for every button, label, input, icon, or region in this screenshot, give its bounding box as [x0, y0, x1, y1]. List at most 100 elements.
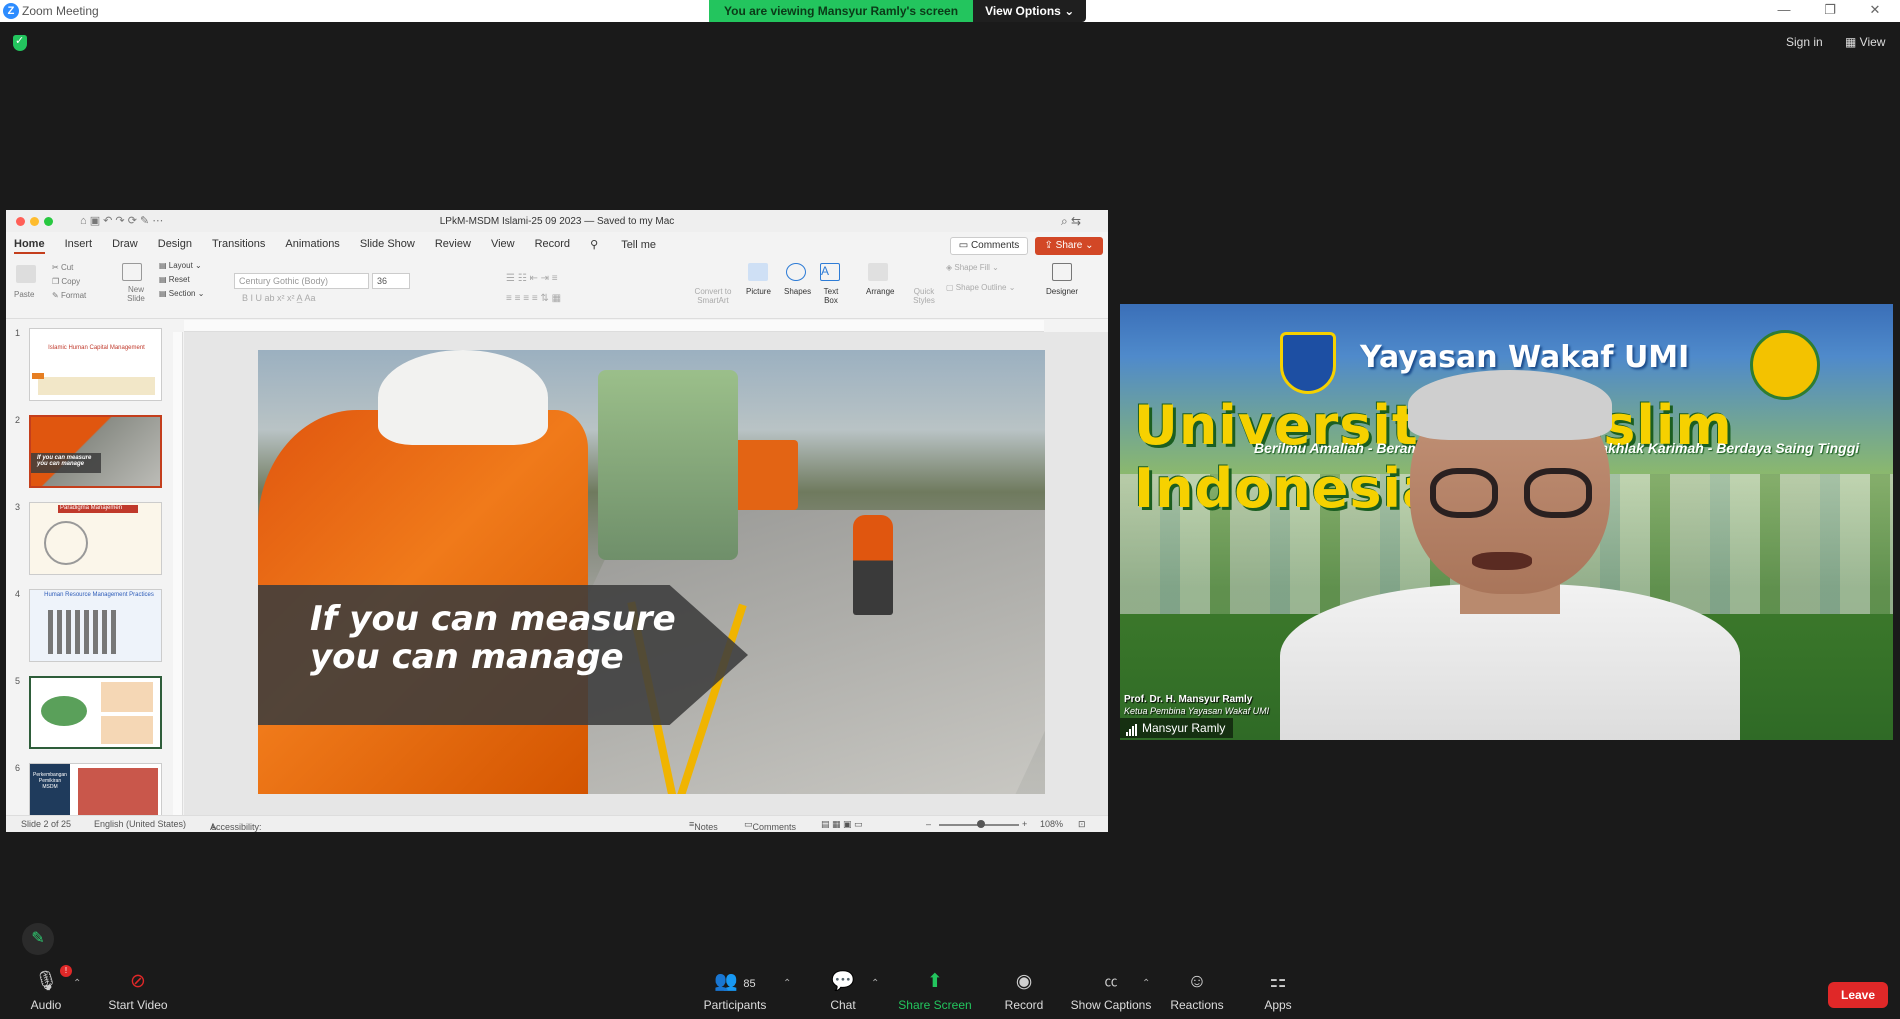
- tab-design[interactable]: Design: [158, 238, 192, 254]
- audio-button[interactable]: 🎙! Audio: [26, 965, 72, 1012]
- comment-icon: ▭: [958, 240, 971, 251]
- annotate-pencil-icon[interactable]: ✎: [22, 923, 54, 955]
- minimize-icon[interactable]: —: [1764, 2, 1804, 17]
- reactions-button[interactable]: ☺ Reactions: [1168, 970, 1226, 1012]
- slide-thumbnail[interactable]: [29, 676, 162, 749]
- zoom-slider[interactable]: [939, 820, 1019, 828]
- tab-review[interactable]: Review: [435, 238, 471, 254]
- slide-headline-line1: If you can measure: [310, 599, 676, 639]
- format-label: Format: [60, 291, 87, 300]
- shapes-label[interactable]: Shapes: [784, 287, 811, 296]
- tab-transitions[interactable]: Transitions: [212, 238, 265, 254]
- zoom-in-icon[interactable]: +: [1022, 819, 1027, 829]
- show-captions-button[interactable]: ㏄ Show Captions: [1070, 970, 1152, 1012]
- search-icon[interactable]: ⌕ ⇆: [1061, 214, 1081, 229]
- status-comments-label: Comments: [752, 822, 797, 832]
- participants-button[interactable]: 👥 85 Participants: [700, 970, 770, 1012]
- sign-in-button[interactable]: Sign in: [1786, 35, 1823, 49]
- alignment-icons[interactable]: ≡ ≡ ≡ ≡ ⇅ ▦: [506, 293, 561, 304]
- chat-button[interactable]: 💬 Chat: [822, 970, 864, 1012]
- tab-slide-show[interactable]: Slide Show: [360, 238, 415, 254]
- status-comments-button[interactable]: ▭ Comments: [744, 819, 796, 832]
- new-slide-label[interactable]: New Slide: [124, 285, 148, 303]
- participant-name: Mansyur Ramly: [1142, 721, 1226, 735]
- tab-animations[interactable]: Animations: [285, 238, 339, 254]
- arrange-label[interactable]: Arrange: [866, 287, 894, 296]
- reactions-icon: ☺: [1187, 971, 1207, 992]
- viewing-screen-message: You are viewing Mansyur Ramly's screen: [709, 0, 974, 22]
- shape-fill-button[interactable]: ◈ Shape Fill ⌄: [946, 263, 999, 272]
- designer-label[interactable]: Designer: [1046, 287, 1078, 296]
- tab-draw[interactable]: Draw: [112, 238, 138, 254]
- paste-icon[interactable]: [16, 265, 36, 283]
- ribbon-tabs: Home Insert Draw Design Transitions Anim…: [14, 238, 696, 254]
- zoom-out-icon[interactable]: –: [926, 819, 931, 829]
- view-button[interactable]: ▦ View: [1845, 35, 1885, 49]
- section-button[interactable]: ▤ Section ⌄: [159, 289, 204, 298]
- cut-button[interactable]: ✂ Cut: [52, 263, 73, 272]
- slide-thumbnail[interactable]: If you can measure you can manage: [29, 415, 162, 488]
- captions-options-caret[interactable]: ⌃: [1142, 978, 1150, 989]
- shape-outline-button[interactable]: ▢ Shape Outline ⌄: [946, 283, 1015, 292]
- paste-label[interactable]: Paste: [14, 290, 34, 299]
- chat-options-caret[interactable]: ⌃: [871, 978, 879, 989]
- picture-label[interactable]: Picture: [746, 287, 771, 296]
- start-video-button[interactable]: ⊘ Start Video: [103, 970, 173, 1012]
- designer-icon[interactable]: [1052, 263, 1072, 281]
- text-box-icon[interactable]: A: [820, 263, 840, 281]
- reset-button[interactable]: ▤ Reset: [159, 275, 190, 284]
- zoom-level[interactable]: 108%: [1040, 819, 1063, 829]
- notes-button[interactable]: ≡ Notes: [689, 819, 718, 832]
- shapes-icon[interactable]: [786, 263, 806, 281]
- restore-icon[interactable]: ❐: [1810, 2, 1850, 18]
- slide-photo-helmet: [378, 350, 548, 445]
- close-icon[interactable]: ✕: [1855, 2, 1895, 18]
- participants-options-caret[interactable]: ⌃: [783, 978, 791, 989]
- new-slide-icon[interactable]: [122, 263, 142, 281]
- share-screen-button[interactable]: ⬆ Share Screen: [898, 970, 972, 1012]
- tab-insert[interactable]: Insert: [65, 238, 93, 254]
- ppt-share-button[interactable]: ⇪ Share ⌄: [1035, 237, 1103, 255]
- apps-button[interactable]: ⚏ Apps: [1260, 970, 1296, 1012]
- audio-options-caret[interactable]: ⌃: [73, 978, 81, 989]
- thumb-number: 3: [15, 502, 21, 512]
- quick-styles-label[interactable]: Quick Styles: [910, 287, 938, 305]
- slide-thumbnail[interactable]: Islamic Human Capital Management: [29, 328, 162, 401]
- layout-button[interactable]: ▤ Layout ⌄: [159, 261, 202, 270]
- convert-smartart-button[interactable]: Convert to SmartArt: [691, 287, 735, 305]
- picture-icon[interactable]: [748, 263, 768, 281]
- current-slide[interactable]: If you can measure you can manage: [258, 350, 1045, 794]
- font-family-select[interactable]: Century Gothic (Body): [234, 273, 369, 289]
- vertical-ruler: [173, 332, 183, 822]
- video-caption-name: Prof. Dr. H. Mansyur Ramly: [1124, 694, 1253, 705]
- zoom-logo-icon: Z: [3, 3, 19, 19]
- tab-view[interactable]: View: [491, 238, 515, 254]
- encryption-shield-icon[interactable]: [13, 34, 27, 51]
- tab-home[interactable]: Home: [14, 238, 45, 254]
- slide-thumbnail[interactable]: Paradigma Manajemen: [29, 502, 162, 575]
- participant-video[interactable]: Yayasan Wakaf UMI Universitas Muslim Ind…: [1120, 304, 1893, 740]
- copy-label: Copy: [61, 277, 81, 286]
- comments-button[interactable]: ▭ Comments: [950, 237, 1028, 255]
- slide-headline[interactable]: If you can measure you can manage: [310, 600, 676, 676]
- record-button[interactable]: ◉ Record: [1000, 970, 1048, 1012]
- shared-screen[interactable]: ⌂ ▣ ↶ ↷ ⟳ ✎ ⋯ LPkM-MSDM Islami-25 09 202…: [6, 210, 1108, 832]
- paragraph-icons[interactable]: ☰ ☷ ⇤ ⇥ ≡: [506, 273, 558, 284]
- slide-thumbnail[interactable]: Human Resource Management Practices: [29, 589, 162, 662]
- leave-button[interactable]: Leave: [1828, 982, 1888, 1008]
- text-box-label[interactable]: Text Box: [820, 287, 842, 305]
- arrange-icon[interactable]: [868, 263, 888, 281]
- format-painter-button[interactable]: ✎ Format: [52, 291, 86, 300]
- thumb-title: Islamic Human Capital Management: [48, 345, 145, 351]
- view-options-button[interactable]: View Options ⌄: [973, 0, 1087, 22]
- tab-record[interactable]: Record: [535, 238, 570, 254]
- tell-me-label: Tell me: [621, 239, 657, 251]
- text-format-icons[interactable]: B I U ab x² x² A̲ Aa: [242, 293, 316, 303]
- font-size-select[interactable]: 36: [372, 273, 410, 289]
- ribbon: Paste ✂ Cut ❐ Copy ✎ Format New Slide ▤ …: [6, 257, 1108, 319]
- fit-slide-icon[interactable]: ⊡: [1078, 819, 1086, 830]
- language-indicator[interactable]: English (United States): [94, 819, 186, 829]
- copy-button[interactable]: ❐ Copy: [52, 277, 80, 286]
- view-mode-icons[interactable]: ▤ ▦ ▣ ▭: [821, 819, 863, 830]
- tab-tell-me[interactable]: ⚲ Tell me: [590, 238, 676, 254]
